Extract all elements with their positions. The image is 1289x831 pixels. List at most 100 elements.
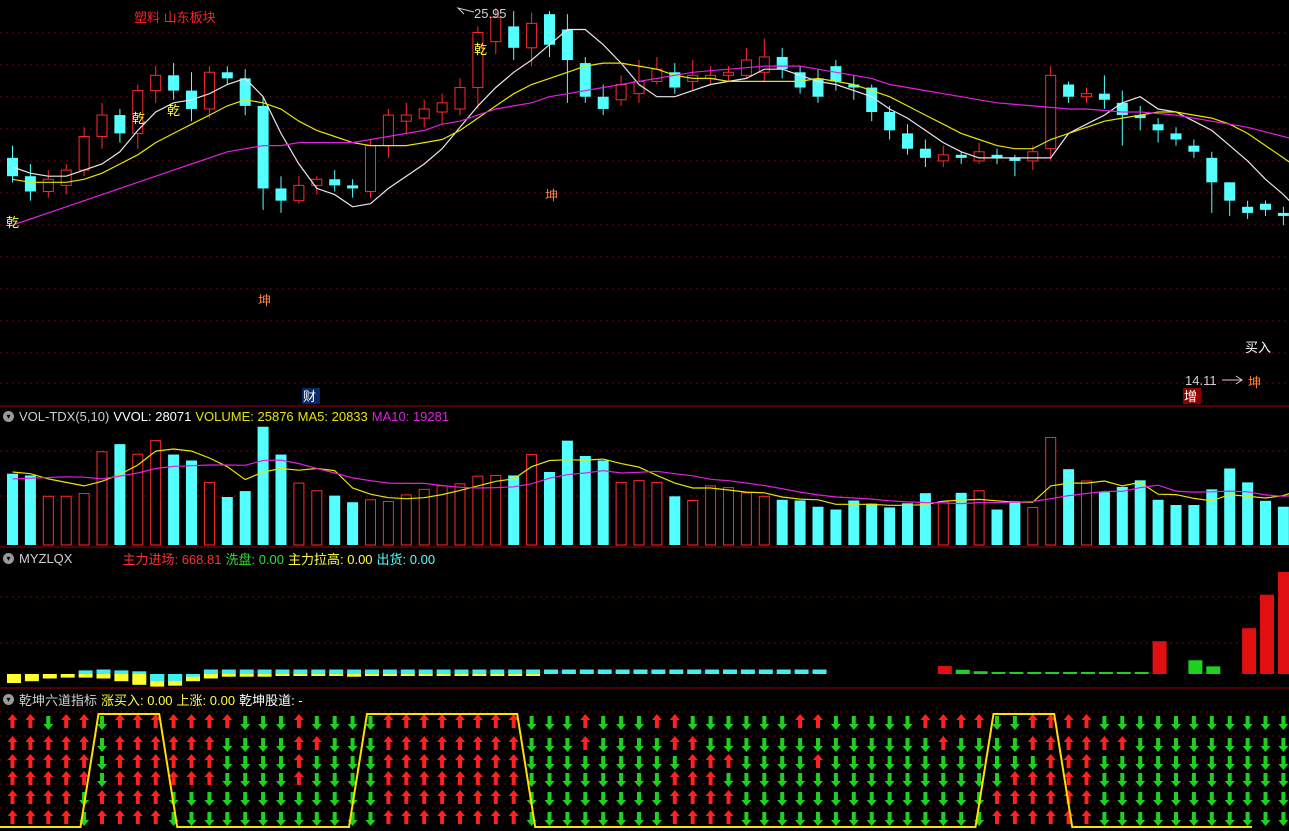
candle-body <box>1188 145 1200 152</box>
candle-body <box>902 133 913 149</box>
volume-bar <box>651 481 663 546</box>
volume-bar <box>239 491 251 545</box>
kun-marker: 坤 <box>545 188 558 203</box>
volume-bar <box>687 499 699 546</box>
myzlqx-bar <box>633 669 648 674</box>
volume-bar <box>561 440 573 545</box>
candle-body <box>436 102 448 113</box>
candle-body <box>114 115 126 134</box>
qian-marker: 乾 <box>132 111 145 126</box>
myzlqx-bar <box>221 669 236 674</box>
myzlqx-bar <box>257 669 272 674</box>
collapse-toggle-icon[interactable]: ▾ <box>3 552 14 564</box>
myzlqx-bar <box>615 669 630 674</box>
volume-bar <box>382 501 394 546</box>
kun-marker: 坤 <box>1248 375 1261 390</box>
candle-body <box>758 56 770 73</box>
myzlqx-bar <box>436 674 451 676</box>
volume-bar <box>1045 437 1057 546</box>
candle-body <box>526 22 538 49</box>
myzlqx-bar <box>24 674 39 682</box>
myzlqx-bar <box>526 669 541 674</box>
volume-bar <box>1081 480 1092 546</box>
buy-label: 买入 <box>1245 340 1271 355</box>
volume-bar <box>526 454 538 546</box>
myzlqx-bar <box>1063 672 1078 674</box>
volume-bar <box>24 475 36 545</box>
zeng-badge: 增 <box>1184 389 1197 404</box>
candle-body <box>168 75 180 91</box>
candle-body <box>919 148 931 158</box>
volume-bar <box>60 495 72 546</box>
myzlqx-bar <box>1081 672 1095 674</box>
candle-body <box>955 154 967 158</box>
collapse-toggle-icon[interactable]: ▾ <box>3 410 14 422</box>
myzlqx-bar <box>561 669 576 674</box>
volume-bar <box>579 455 591 545</box>
volume-bar <box>490 474 502 546</box>
candle-body <box>1116 102 1128 116</box>
myzlqx-bar <box>508 674 523 676</box>
candle-body <box>561 29 573 61</box>
volume-bar <box>1063 469 1075 545</box>
volume-bar <box>454 483 466 546</box>
volume-bar <box>776 499 788 545</box>
volume-bar <box>615 481 627 546</box>
myzlqx-indicator-name[interactable]: MYZLQX <box>19 551 72 566</box>
myzlqx-bar <box>812 669 827 674</box>
candle-body <box>830 66 842 82</box>
candle-body <box>472 32 484 89</box>
myzlqx-bar <box>1206 666 1221 674</box>
myzlqx-bar <box>96 674 111 679</box>
myzlqx-bar <box>1045 672 1060 674</box>
myzlqx-bar <box>221 674 236 677</box>
myzlqx-bar <box>114 670 129 674</box>
collapse-toggle-icon[interactable]: ▾ <box>3 693 14 705</box>
volume-bar <box>848 500 860 545</box>
volume-bar <box>1224 468 1236 545</box>
volume-bar <box>1170 505 1182 545</box>
candle-body <box>1242 206 1254 213</box>
volume-bar <box>597 460 609 545</box>
myzlqx-bar <box>186 674 200 677</box>
volume-bar <box>168 454 180 545</box>
vol-indicator-name[interactable]: VOL-TDX(5,10) <box>19 409 109 424</box>
myzlqx-bar <box>973 671 988 674</box>
sector-title[interactable]: 塑料 山东板块 <box>134 10 216 25</box>
candle-body <box>221 72 233 79</box>
myzlqx-bar <box>275 674 290 676</box>
volume-bar <box>1009 501 1021 545</box>
myzlqx-bar <box>132 674 147 685</box>
volume-bar <box>1152 499 1164 545</box>
volume-bar <box>78 493 90 546</box>
volume-bar <box>1206 489 1218 545</box>
myzlqx-bar <box>794 669 809 674</box>
candle-body <box>1170 133 1182 140</box>
myzlqx-bar <box>365 669 379 674</box>
myzlqx-bar <box>150 674 165 682</box>
candle-body <box>382 114 394 147</box>
myzlqx-bar <box>740 669 755 674</box>
volume-bar <box>812 506 824 545</box>
volume-bar <box>669 496 681 545</box>
candle-body <box>1063 84 1075 97</box>
candle-body <box>78 135 90 171</box>
myzlqx-wash: 洗盘: 0.00 <box>225 551 284 567</box>
volume-bar <box>96 451 108 546</box>
candle-body <box>365 145 376 192</box>
volume-bar <box>866 503 878 545</box>
vol-vvol: VVOL: 28071 <box>113 408 192 424</box>
kun-marker: 坤 <box>258 293 271 308</box>
volume-bar <box>186 460 197 545</box>
six-indicator-name[interactable]: 乾坤六道指标 <box>19 690 97 709</box>
candle-body <box>293 184 305 202</box>
candle-body <box>257 105 269 189</box>
candle-body <box>1027 151 1039 162</box>
candle-body <box>347 185 359 189</box>
candle-body <box>150 74 162 92</box>
volume-bar <box>884 507 896 545</box>
candle-body <box>597 96 609 109</box>
myzlqx-bar <box>776 669 791 674</box>
myzlqx-bar <box>1188 660 1203 674</box>
volume-bar <box>329 495 341 545</box>
